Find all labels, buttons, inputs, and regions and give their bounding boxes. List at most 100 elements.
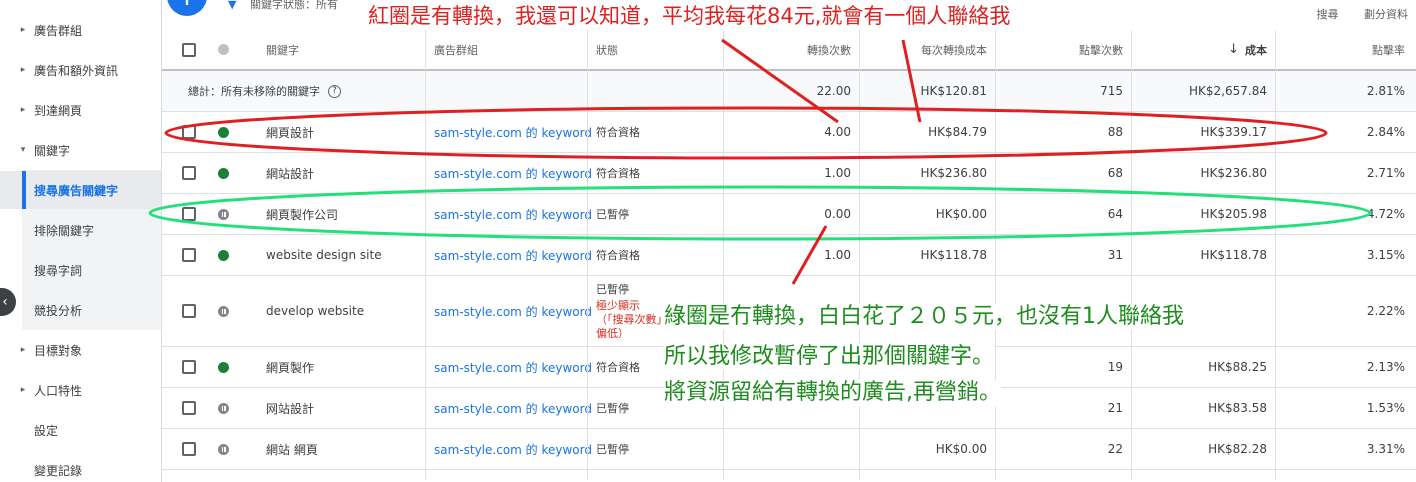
select-all-checkbox[interactable] [182,30,196,69]
chevron-right-icon: ▸ [20,105,26,115]
keyword-cell[interactable]: 网站設計 [266,388,314,428]
status-dot-icon[interactable] [218,276,229,346]
conversions-cell [724,429,851,469]
row-checkbox[interactable] [182,276,196,346]
ad-group-link[interactable]: sam-style.com 的 keyword [434,194,592,234]
ctr-cell: 3.31% [1366,442,1405,456]
status-text: 符合資格 [596,249,640,262]
keyword-cell[interactable]: 網頁設計 [266,112,314,152]
column-divider [587,30,588,480]
status-dot-icon[interactable] [218,347,229,387]
ad-group-link[interactable]: sam-style.com 的 keyword [434,153,592,193]
search-button[interactable]: 搜尋 [1317,8,1339,21]
status-dot-icon[interactable] [218,429,229,469]
sidebar-item-search-terms[interactable]: 搜尋字詞 [0,251,161,289]
sidebar-nav: ▸ 廣告群組 ▸ 廣告和額外資訊 ▸ 到達網頁 ▾ 關鍵字 搜尋廣告關鍵字 排除… [0,0,162,482]
sidebar-item-audiences[interactable]: ▸ 目標對象 [0,331,161,369]
clicks-cell: 21 [1107,401,1123,415]
header-keyword[interactable]: 關鍵字 [266,30,299,69]
chevron-right-icon: ▸ [20,65,26,75]
keyword-cell[interactable]: 網頁製作 [266,347,314,387]
sidebar-item-ad-groups[interactable]: ▸ 廣告群組 [0,11,161,49]
sidebar-item-label: 排除關鍵字 [34,223,95,238]
segment-button[interactable]: 劃分資料 [1364,8,1408,21]
ad-group-link[interactable]: sam-style.com 的 keyword [434,429,592,469]
sidebar-item-search-keywords[interactable]: 搜尋廣告關鍵字 [0,171,161,209]
cost-cell: HK$205.98 [1200,207,1267,221]
cost-per-conversion-cell: HK$118.78 [920,248,987,262]
header-clicks[interactable]: 點擊次數 [995,30,1123,69]
status-dot-icon[interactable] [218,235,229,275]
help-icon[interactable]: ? [328,84,341,98]
row-checkbox[interactable] [182,235,196,275]
clicks-cell: 19 [1107,360,1123,374]
status-dot-icon[interactable] [218,194,229,234]
sidebar-item-ads-extensions[interactable]: ▸ 廣告和額外資訊 [0,51,161,89]
status-dot-icon[interactable] [218,112,229,152]
add-keyword-button[interactable]: + [167,0,207,16]
sidebar-item-settings[interactable]: 設定 [0,411,161,449]
chevron-right-icon: ▸ [20,345,26,355]
status-dot-icon[interactable] [218,388,229,428]
plus-icon: + [175,0,198,12]
table-row[interactable]: website design site sam-style.com 的 keywo… [162,235,1416,276]
row-checkbox[interactable] [182,347,196,387]
column-divider [1275,30,1276,480]
header-conversions[interactable]: 轉換次數 [724,30,851,69]
ad-group-link[interactable]: sam-style.com 的 keyword [434,347,592,387]
conversions-cell: 4.00 [824,125,851,139]
keyword-cell[interactable]: develop website [266,276,364,346]
table-header-row: 關鍵字 廣告群組 狀態 轉換次數 每次轉換成本 點擊次數 ↓ 成本 點擊率 [162,30,1416,71]
header-status[interactable]: 狀態 [596,30,618,69]
keyword-cell[interactable]: 網站設計 [266,153,314,193]
row-checkbox[interactable] [182,194,196,234]
cost-per-conversion-cell: HK$236.80 [920,166,987,180]
column-divider [425,30,426,480]
row-checkbox[interactable] [182,112,196,152]
ad-group-link[interactable]: sam-style.com 的 keyword [434,276,592,346]
ad-group-link[interactable]: sam-style.com 的 keyword [434,235,592,275]
total-cost: HK$2,657.84 [1189,84,1267,98]
ctr-cell: 3.15% [1366,248,1405,262]
cost-per-conversion-cell: HK$84.79 [928,125,987,139]
status-cell: 符合資格 [596,347,640,387]
ctr-cell: 2.13% [1366,360,1405,374]
header-cost-per-conversion[interactable]: 每次轉換成本 [859,30,987,69]
sidebar-item-change-history[interactable]: 變更記錄 [0,451,161,482]
sidebar-item-demographics[interactable]: ▸ 人口特性 [0,371,161,409]
row-checkbox[interactable] [182,388,196,428]
status-dot-icon[interactable] [218,153,229,193]
ad-group-link[interactable]: sam-style.com 的 keyword [434,388,592,428]
low-search-volume-warning[interactable]: 極少顯示（「搜尋次數」偏低） [596,299,666,342]
filter-chip[interactable]: ▼ 關鍵字狀態：所有 [228,0,338,12]
ad-group-link[interactable]: sam-style.com 的 keyword [434,112,592,152]
header-ad-group[interactable]: 廣告群組 [434,30,478,69]
status-text: 符合資格 [596,126,640,139]
header-ctr[interactable]: 點擊率 [1275,30,1405,69]
sidebar-item-label: 搜尋字詞 [34,263,83,278]
sidebar-item-negative-keywords[interactable]: 排除關鍵字 [0,211,161,249]
row-checkbox[interactable] [182,153,196,193]
toolbar-actions: 搜尋 劃分資料 [1295,6,1409,22]
clicks-cell: 64 [1107,207,1123,221]
sidebar-item-landing-pages[interactable]: ▸ 到達網頁 [0,91,161,129]
header-cost[interactable]: ↓ 成本 [1131,30,1267,69]
table-row[interactable]: 網頁製作公司 sam-style.com 的 keyword 已暫停 0.00 HK$0… [162,194,1416,235]
sidebar-item-keywords[interactable]: ▾ 關鍵字 [0,131,161,169]
table-row[interactable]: 網頁設計 sam-style.com 的 keyword 符合資格 4.00 HK$84… [162,112,1416,153]
status-text: 已暫停 [596,208,629,221]
keyword-cell[interactable]: website design site [266,235,382,275]
status-cell: 符合資格 [596,112,640,152]
sidebar-item-auction-insights[interactable]: 競投分析 [0,291,161,329]
total-conversions: 22.00 [816,84,851,98]
row-checkbox[interactable] [182,429,196,469]
keyword-cell[interactable]: 網站 網頁 [266,429,318,469]
cost-cell: HK$82.28 [1208,442,1267,456]
table-row[interactable]: 網站設計 sam-style.com 的 keyword 符合資格 1.00 HK$23… [162,153,1416,194]
sidebar-item-label: 目標對象 [34,343,83,358]
status-text: 符合資格 [596,361,640,374]
table-row[interactable]: 網站 網頁 sam-style.com 的 keyword 已暫停 HK$0.00 22… [162,429,1416,470]
keyword-cell[interactable]: 網頁製作公司 [266,194,338,234]
status-text: 已暫停 [596,443,629,456]
chevron-down-icon: ▾ [20,145,26,155]
